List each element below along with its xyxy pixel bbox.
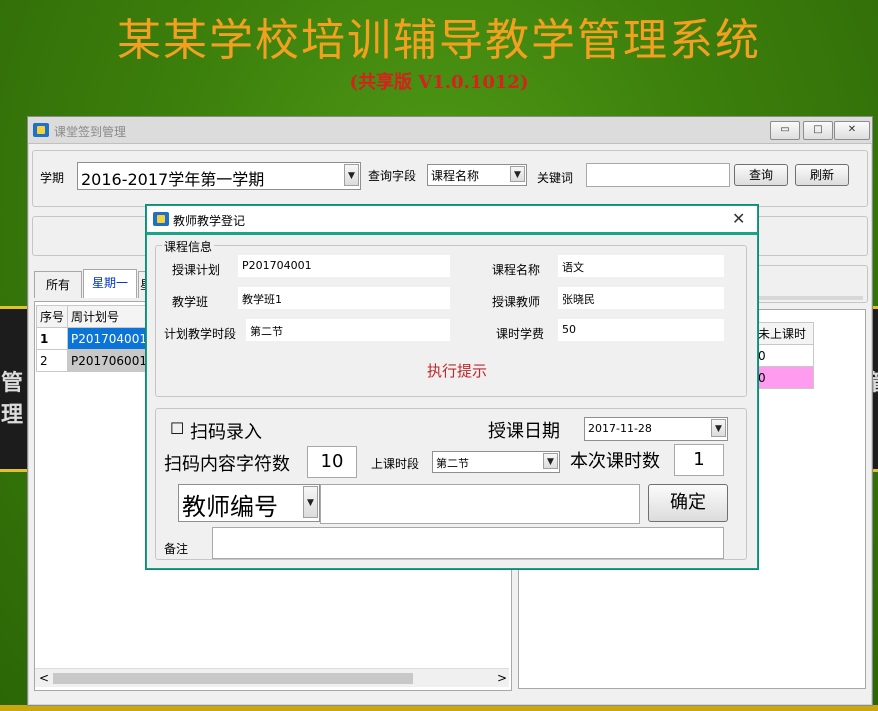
- chevron-down-icon[interactable]: ▼: [510, 166, 525, 182]
- fee-label: 课时学费: [496, 327, 545, 341]
- row-index: 2: [35, 349, 69, 372]
- query-field-value: 课程名称: [431, 169, 480, 183]
- row-plan-selected[interactable]: P2017040010: [67, 327, 159, 350]
- remark-label: 备注: [164, 542, 189, 556]
- table-row[interactable]: 1 P2017040010: [35, 327, 159, 350]
- row-index: 1: [35, 327, 69, 350]
- col-header-index[interactable]: 序号: [35, 305, 69, 328]
- course-name-field[interactable]: 语文: [558, 255, 724, 277]
- keyword-input[interactable]: [586, 163, 730, 187]
- confirm-button[interactable]: 确定: [648, 484, 728, 522]
- close-icon[interactable]: ✕: [732, 209, 745, 228]
- table-header-row: 序号 周计划号: [35, 305, 159, 328]
- teacher-register-dialog: 教师教学登记 ✕ 课程信息 授课计划 P201704001 课程名称 语文 教学…: [146, 205, 758, 569]
- hours-input[interactable]: 1: [674, 444, 724, 476]
- course-name-value: 语文: [562, 261, 584, 274]
- teacher-value: 张晓民: [562, 293, 595, 306]
- dialog-title: 教师教学登记: [173, 214, 246, 228]
- chevron-down-icon[interactable]: ▼: [303, 486, 318, 518]
- col-header-plan[interactable]: 周计划号: [67, 305, 159, 328]
- semester-label: 学期: [40, 171, 65, 185]
- date-value: 2017-11-28: [588, 422, 652, 435]
- period-field[interactable]: 第二节: [246, 319, 450, 341]
- scroll-right-icon[interactable]: >: [497, 671, 507, 685]
- hours-label: 本次课时数: [570, 451, 660, 472]
- class-value: 教学班1: [242, 293, 282, 306]
- dialog-titlebar: 教师教学登记 ✕: [147, 206, 757, 232]
- col-header-remaining[interactable]: 未上课时: [754, 322, 815, 345]
- semester-value: 2016-2017学年第一学期: [81, 170, 265, 189]
- chevron-down-icon[interactable]: ▼: [543, 453, 558, 469]
- query-button[interactable]: 查询: [734, 164, 788, 186]
- main-window-title: 课堂签到管理: [54, 125, 127, 139]
- entry-group: ☐ 扫码录入 授课日期 2017-11-28 ▼ 扫码内容字符数 10 上课时段…: [155, 408, 747, 560]
- teacher-id-input[interactable]: [320, 484, 640, 524]
- plan-table: 序号 周计划号 1 P2017040010 2 P2017060010: [35, 305, 159, 372]
- chevron-down-icon[interactable]: ▼: [711, 419, 726, 437]
- scrollbar-thumb[interactable]: [53, 673, 413, 684]
- hint-text: 执行提示: [427, 362, 488, 380]
- period-label: 计划教学时段: [164, 327, 237, 341]
- course-info-group: 课程信息 授课计划 P201704001 课程名称 语文 教学班 教学班1 授课…: [155, 238, 747, 397]
- class-label: 教学班: [172, 295, 209, 309]
- teacher-label: 授课教师: [492, 295, 541, 309]
- main-titlebar: 课堂签到管理 ▭ □ ✕: [28, 117, 872, 144]
- date-label: 授课日期: [488, 421, 560, 442]
- app-banner-title: 某某学校培训辅导教学管理系统: [117, 15, 761, 66]
- dialog-accent-bar: [147, 232, 757, 235]
- class-field[interactable]: 教学班1: [238, 287, 450, 309]
- horizontal-scrollbar[interactable]: < >: [35, 668, 509, 687]
- search-panel: 学期 2016-2017学年第一学期 ▼ 查询字段 课程名称 ▼ 关键词 查询 …: [32, 150, 868, 207]
- course-name-label: 课程名称: [492, 263, 541, 277]
- scan-length-label: 扫码内容字符数: [164, 454, 290, 475]
- app-banner-subtitle: (共享版 V1.0.1012): [349, 72, 529, 93]
- row-plan[interactable]: P2017060010: [67, 349, 159, 372]
- plan-label: 授课计划: [172, 263, 221, 277]
- maximize-button[interactable]: □: [803, 121, 833, 140]
- app-icon: [153, 212, 169, 226]
- right-divider: [747, 296, 863, 300]
- course-info-legend: 课程信息: [162, 238, 215, 255]
- keyword-label: 关键词: [537, 171, 574, 185]
- class-period-select[interactable]: 第二节 ▼: [432, 451, 560, 473]
- fee-value: 50: [562, 323, 576, 336]
- cell-remaining: 0: [754, 366, 815, 389]
- class-period-label: 上课时段: [371, 457, 420, 471]
- semester-select[interactable]: 2016-2017学年第一学期 ▼: [77, 162, 361, 190]
- cell-remaining: 0: [754, 344, 815, 367]
- scroll-left-icon[interactable]: <: [39, 671, 49, 685]
- scan-length-input[interactable]: 10: [307, 446, 357, 478]
- fee-field[interactable]: 50: [558, 319, 724, 341]
- scan-checkbox[interactable]: ☐: [170, 419, 184, 438]
- plan-field[interactable]: P201704001: [238, 255, 450, 277]
- period-value: 第二节: [250, 325, 283, 338]
- refresh-button[interactable]: 刷新: [795, 164, 849, 186]
- query-field-label: 查询字段: [368, 169, 417, 183]
- scan-label: 扫码录入: [190, 422, 262, 443]
- close-button[interactable]: ✕: [834, 121, 870, 140]
- teacher-field[interactable]: 张晓民: [558, 287, 724, 309]
- id-type-value: 教师编号: [182, 493, 278, 521]
- id-type-select[interactable]: 教师编号 ▼: [178, 484, 320, 522]
- date-picker[interactable]: 2017-11-28 ▼: [584, 417, 728, 441]
- minimize-button[interactable]: ▭: [770, 121, 800, 140]
- tab-monday[interactable]: 星期一: [83, 269, 137, 298]
- chevron-down-icon[interactable]: ▼: [344, 164, 359, 186]
- table-row[interactable]: 2 P2017060010: [35, 349, 159, 372]
- query-field-select[interactable]: 课程名称 ▼: [427, 164, 527, 186]
- class-period-value: 第二节: [436, 457, 469, 470]
- tab-all[interactable]: 所有: [34, 271, 82, 298]
- app-icon: [33, 123, 49, 137]
- remark-input[interactable]: [212, 527, 724, 559]
- plan-value: P201704001: [242, 259, 312, 272]
